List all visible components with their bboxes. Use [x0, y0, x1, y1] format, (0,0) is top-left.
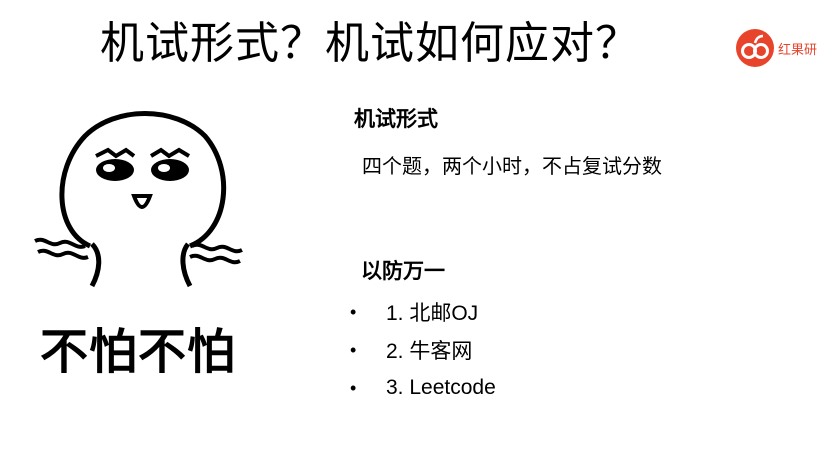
bullet-icon: • — [350, 377, 357, 398]
list-item-label: 2. 牛客网 — [386, 340, 473, 363]
section-heading-exam-format: 机试形式 — [354, 107, 438, 131]
exam-format-description: 四个题，两个小时，不占复试分数 — [362, 154, 662, 178]
bullet-icon: • — [350, 301, 357, 322]
slide-title: 机试形式？机试如何应对？ — [100, 18, 640, 69]
list-item: • 1. 北邮OJ — [350, 293, 650, 331]
resource-list: • 1. 北邮OJ • 2. 牛客网 • 3. Leetcode — [350, 293, 650, 407]
smiling-doodle-character-icon — [34, 111, 243, 288]
slide: 机试形式？机试如何应对？ 红果研 不怕不怕 机试形式 四个题，两个小时，不占复试… — [0, 0, 821, 449]
bullet-icon: • — [350, 339, 357, 360]
section-heading-just-in-case: 以防万一 — [361, 259, 445, 283]
meme-caption: 不怕不怕 — [40, 324, 237, 380]
list-item-label: 1. 北邮OJ — [386, 302, 479, 325]
list-item: • 3. Leetcode — [350, 369, 650, 407]
logo-text: 红果研 — [778, 43, 818, 58]
list-item-label: 3. Leetcode — [386, 376, 496, 399]
list-item: • 2. 牛客网 — [350, 331, 650, 369]
